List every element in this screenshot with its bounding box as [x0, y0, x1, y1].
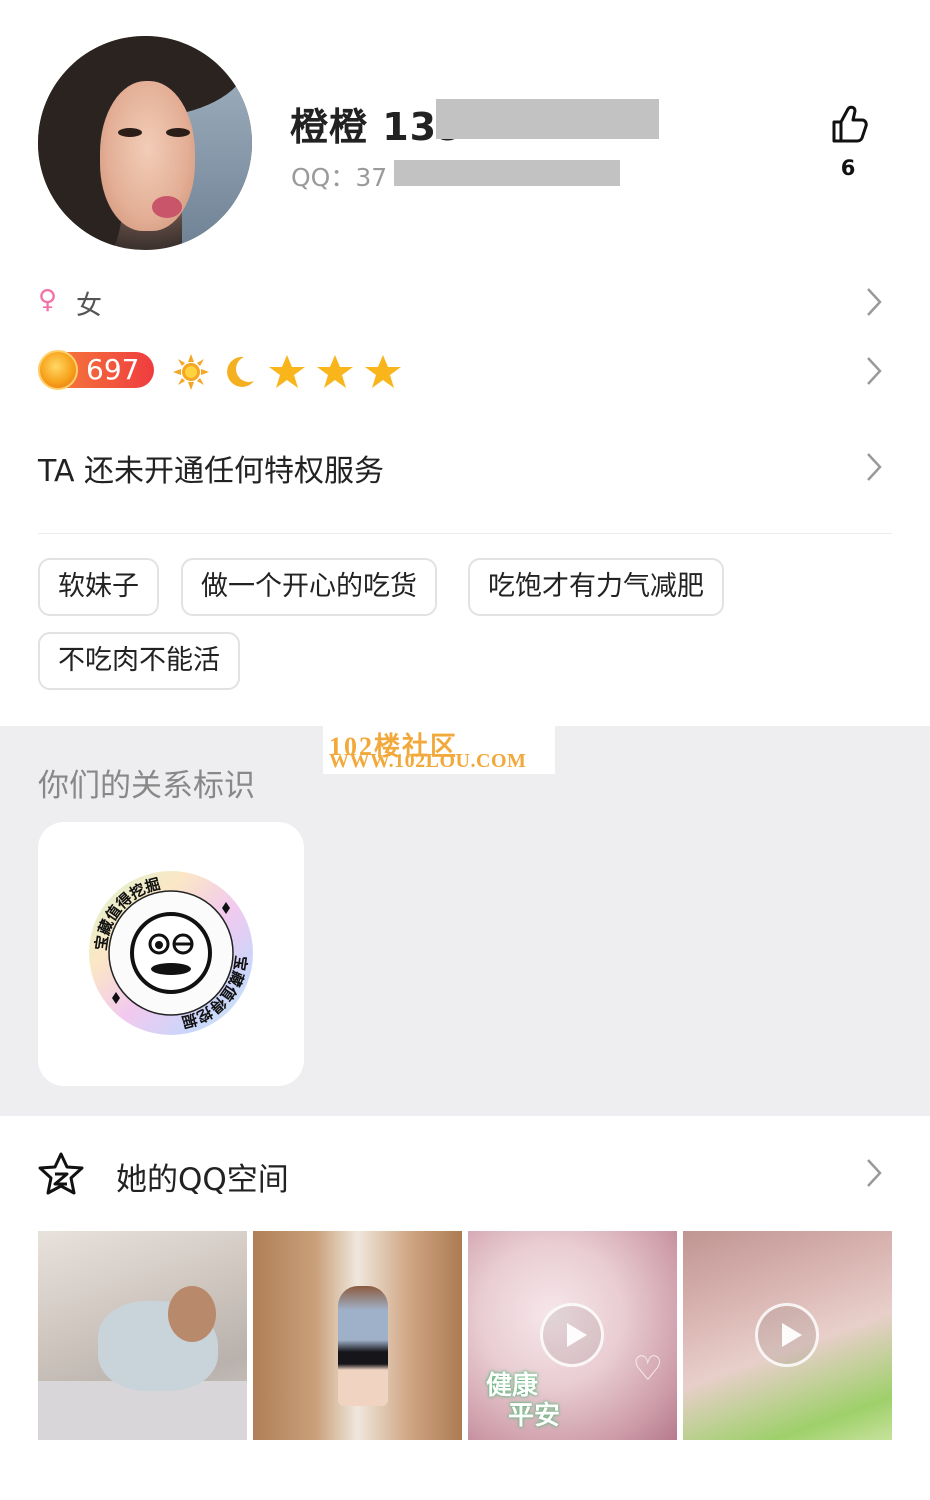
- gender-row[interactable]: ♀ 女: [38, 283, 892, 323]
- gender-label: 女: [76, 291, 103, 321]
- treasure-badge-icon: 宝藏值得挖掘 宝藏值得挖掘: [89, 871, 253, 1035]
- qzone-video[interactable]: [683, 1231, 892, 1440]
- play-icon[interactable]: [755, 1303, 819, 1367]
- qzone-photo[interactable]: [38, 1231, 247, 1440]
- site-watermark: 102楼社区 WWW.102LOU.COM: [323, 726, 555, 774]
- level-icons: [172, 352, 402, 392]
- play-icon[interactable]: [540, 1303, 604, 1367]
- star-icon: [364, 353, 402, 391]
- tag-item[interactable]: 不吃肉不能活: [38, 632, 240, 690]
- profile-avatar[interactable]: [38, 36, 252, 250]
- video-caption: 健康 平安: [486, 1371, 561, 1431]
- chevron-right-icon: [866, 356, 882, 386]
- qq-number: QQ：37: [291, 163, 388, 192]
- photo-head: [168, 1286, 216, 1342]
- privilege-text: TA 还未开通任何特权服务: [38, 454, 385, 489]
- photo-person: [338, 1286, 388, 1406]
- qzone-photo[interactable]: [253, 1231, 462, 1440]
- avatar-eye-left: [118, 128, 142, 137]
- relationship-title: 你们的关系标识: [38, 768, 255, 804]
- divider: [38, 533, 892, 534]
- star-icon: [268, 353, 306, 391]
- level-value: 697: [86, 353, 140, 386]
- tag-item[interactable]: 做一个开心的吃货: [181, 558, 437, 616]
- moon-icon: [220, 353, 258, 391]
- level-badge: 697: [38, 350, 154, 390]
- privilege-row[interactable]: TA 还未开通任何特权服务: [38, 446, 892, 489]
- redaction-bar: [436, 99, 659, 139]
- level-row[interactable]: 697: [38, 350, 892, 394]
- coin-icon: [38, 350, 78, 390]
- female-icon: ♀: [38, 285, 58, 315]
- thumbs-up-icon[interactable]: [826, 103, 870, 147]
- avatar-eye-right: [166, 128, 190, 137]
- chevron-right-icon: [866, 287, 882, 317]
- sun-icon: [172, 353, 210, 391]
- relationship-badge-card[interactable]: 宝藏值得挖掘 宝藏值得挖掘: [38, 822, 304, 1086]
- star-icon: [316, 353, 354, 391]
- qzone-row[interactable]: 她的QQ空间: [38, 1150, 892, 1200]
- avatar-lips: [152, 196, 182, 218]
- qzone-photo-grid: ♡ 健康 平安: [38, 1231, 892, 1441]
- qzone-title: 她的QQ空间: [116, 1162, 289, 1198]
- heart-icon: ♡: [632, 1349, 663, 1389]
- redaction-bar: [394, 160, 620, 186]
- qzone-star-icon: [38, 1152, 84, 1196]
- qzone-video[interactable]: ♡ 健康 平安: [468, 1231, 677, 1440]
- like-count: 6: [840, 156, 856, 180]
- tag-item[interactable]: 软妹子: [38, 558, 159, 616]
- watermark-url: WWW.102LOU.COM: [329, 750, 527, 772]
- tag-item[interactable]: 吃饱才有力气减肥: [468, 558, 724, 616]
- chevron-right-icon: [866, 1158, 882, 1188]
- chevron-right-icon: [866, 452, 882, 482]
